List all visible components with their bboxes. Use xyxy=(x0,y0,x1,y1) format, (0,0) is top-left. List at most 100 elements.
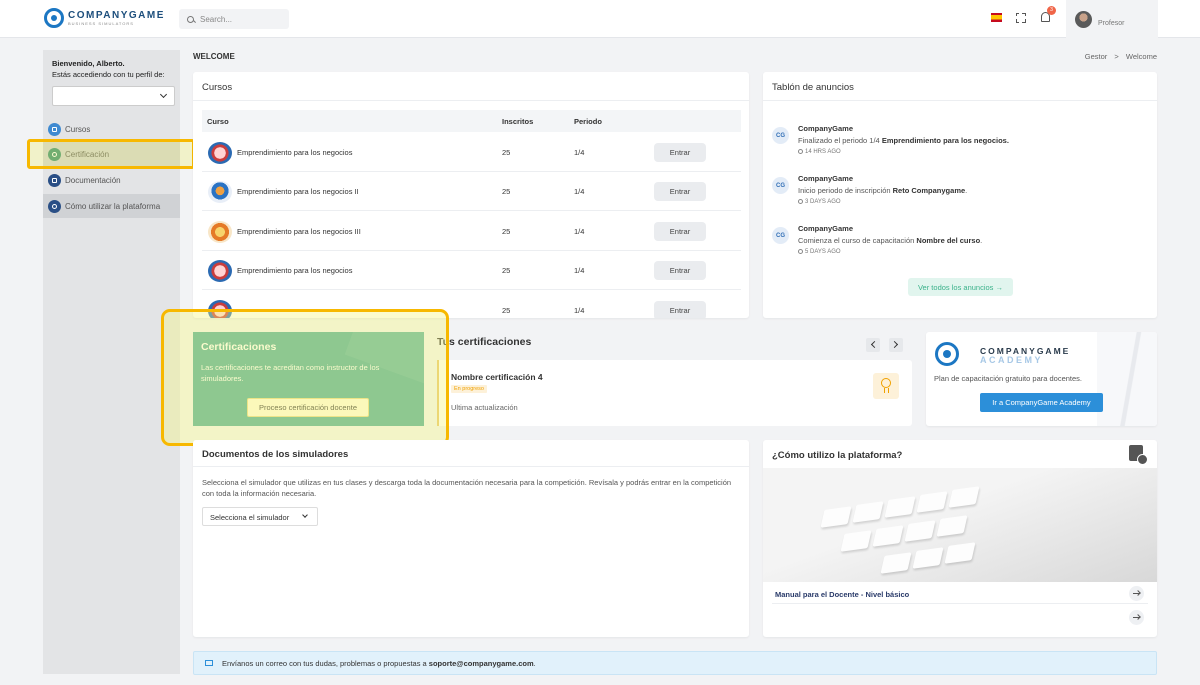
table-row: Emprendimiento para los negocios 25 1/4 … xyxy=(202,251,741,290)
table-row: Emprendimiento para los negocios 25 1/4 … xyxy=(202,133,741,172)
manual-link[interactable] xyxy=(772,606,1148,628)
course-name: Emprendimiento para los negocios III xyxy=(237,227,361,236)
course-name: Emprendimiento para los negocios xyxy=(237,148,353,157)
chevron-right-icon xyxy=(890,340,899,349)
profile-select[interactable] xyxy=(52,86,175,106)
ver-todos-anuncios-button[interactable]: Ver todos los anuncios → xyxy=(908,278,1013,296)
academy-description: Plan de capacitación gratuito para docen… xyxy=(934,374,1083,383)
arrow-right-icon[interactable] xyxy=(1129,610,1144,625)
announcement-time: 14 HRS AGO xyxy=(798,149,841,155)
chevron-left-icon xyxy=(870,340,879,349)
announcement-avatar: CG xyxy=(772,227,789,244)
column-curso: Curso xyxy=(207,117,229,126)
tablon-card: Tablón de anuncios CG CompanyGame Finali… xyxy=(763,72,1157,318)
course-periodo: 1/4 xyxy=(574,187,585,196)
entrar-button[interactable]: Entrar xyxy=(654,143,706,162)
entrar-button[interactable]: Entrar xyxy=(654,222,706,241)
entrar-button[interactable]: Entrar xyxy=(654,261,706,280)
logo-name: COMPANYGAME xyxy=(68,10,165,21)
carousel-next-button[interactable] xyxy=(889,338,903,352)
manual-docente-label: Manual para el Docente - Nivel básico xyxy=(775,590,910,599)
simulador-select[interactable]: Selecciona el simulador xyxy=(202,507,318,526)
announcement-avatar: CG xyxy=(772,177,789,194)
course-thumbnail xyxy=(208,142,232,164)
notification-badge: 3 xyxy=(1047,6,1056,15)
avatar xyxy=(1075,10,1092,28)
spain-flag-icon[interactable] xyxy=(991,13,1002,22)
documentos-card: Documentos de los simuladores Selecciona… xyxy=(193,440,749,637)
course-inscritos: 25 xyxy=(502,227,511,236)
search-input[interactable] xyxy=(200,14,280,24)
logo[interactable]: COMPANYGAME BUSINESS SIMULATORS xyxy=(44,8,165,28)
support-email[interactable]: soporte@companygame.com xyxy=(429,659,534,668)
como-utilizo-title: ¿Cómo utilizo la plataforma? xyxy=(772,450,903,461)
entrar-button[interactable]: Entrar xyxy=(654,301,706,318)
como-utilizo-card: ¿Cómo utilizo la plataforma? Manual para… xyxy=(763,440,1157,637)
certificacion-item[interactable]: Nombre certificación 4 En progreso Ultim… xyxy=(437,360,912,426)
cursos-card: Cursos Curso Inscritos Periodo Emprendim… xyxy=(193,72,749,318)
chevron-down-icon xyxy=(302,512,308,518)
top-bar: COMPANYGAME BUSINESS SIMULATORS 3 Profes… xyxy=(0,0,1200,38)
course-inscritos: 25 xyxy=(502,306,511,315)
medal-badge xyxy=(873,373,899,399)
sidebar-item-como-utilizar[interactable]: Cómo utilizar la plataforma xyxy=(43,194,180,218)
clock-icon xyxy=(798,149,803,154)
sidebar-item-documentacion[interactable]: Documentación xyxy=(43,168,180,192)
documentos-title: Documentos de los simuladores xyxy=(202,449,349,460)
announcement-avatar: CG xyxy=(772,127,789,144)
profile-prompt: Estás accediendo con tu perfil de: xyxy=(52,70,165,79)
mail-icon xyxy=(205,660,213,666)
breadcrumb-welcome: Welcome xyxy=(1125,52,1157,61)
course-periodo: 1/4 xyxy=(574,266,585,275)
course-periodo: 1/4 xyxy=(574,227,585,236)
highlight-frame xyxy=(27,139,195,169)
help-icon xyxy=(48,199,61,213)
entrar-button[interactable]: Entrar xyxy=(654,182,706,201)
course-inscritos: 25 xyxy=(502,266,511,275)
announcement-text: Comienza el curso de capacitación Nombre… xyxy=(798,236,983,245)
arrow-right-icon[interactable] xyxy=(1129,586,1144,601)
breadcrumb-gestor[interactable]: Gestor xyxy=(1085,52,1108,61)
ultima-actualizacion: Ultima actualización xyxy=(451,403,518,412)
sidebar-item-cursos[interactable]: Cursos xyxy=(43,117,180,141)
chevron-down-icon xyxy=(159,90,168,99)
course-thumbnail xyxy=(208,181,232,203)
course-name: Emprendimiento para los negocios II xyxy=(237,187,359,196)
announcement-time: 3 DAYS AGO xyxy=(798,199,841,205)
course-name: Emprendimiento para los negocios xyxy=(237,266,353,275)
logo-subtitle: BUSINESS SIMULATORS xyxy=(68,21,134,26)
academy-button[interactable]: Ir a CompanyGame Academy xyxy=(980,393,1103,412)
fullscreen-icon[interactable] xyxy=(1015,12,1026,23)
table-header: Curso Inscritos Periodo xyxy=(202,110,741,132)
announcement-item[interactable]: CG CompanyGame Finalizado el periodo 1/4… xyxy=(772,124,1142,164)
sidebar-item-label: Documentación xyxy=(65,175,121,185)
documentos-description: Selecciona el simulador que utilizas en … xyxy=(202,478,732,498)
announcement-author: CompanyGame xyxy=(798,174,854,183)
search-box[interactable] xyxy=(179,9,289,29)
course-periodo: 1/4 xyxy=(574,306,585,315)
tablon-title: Tablón de anuncios xyxy=(772,82,854,93)
carousel-prev-button[interactable] xyxy=(866,338,880,352)
greeting: Bienvenido, Alberto. xyxy=(52,59,125,68)
announcement-item[interactable]: CG CompanyGame Comienza el curso de capa… xyxy=(772,224,1142,264)
announcement-author: CompanyGame xyxy=(798,224,854,233)
sidebar-item-label: Cursos xyxy=(65,124,91,134)
course-thumbnail xyxy=(208,221,232,243)
sidebar-welcome: Bienvenido, Alberto. Estás accediendo co… xyxy=(52,58,165,80)
medal-icon xyxy=(881,378,891,393)
breadcrumb-separator: > xyxy=(1114,52,1119,61)
keyboard-image xyxy=(763,468,1157,582)
support-banner: Envíanos un correo con tus dudas, proble… xyxy=(193,651,1157,675)
simulador-select-label: Selecciona el simulador xyxy=(210,513,290,522)
user-role: Profesor xyxy=(1098,19,1125,27)
sidebar-item-label: Cómo utilizar la plataforma xyxy=(65,201,161,211)
course-periodo: 1/4 xyxy=(574,148,585,157)
puzzle-settings-icon xyxy=(1129,445,1148,465)
manual-docente-link[interactable]: Manual para el Docente - Nivel básico xyxy=(772,582,1148,604)
user-menu[interactable]: Profesor xyxy=(1066,0,1158,38)
announcement-text: Inicio periodo de inscripción Reto Compa… xyxy=(798,186,968,195)
table-row: Emprendimiento para los negocios III 25 … xyxy=(202,212,741,251)
announcement-time: 5 DAYS AGO xyxy=(798,249,841,255)
companygame-logo-icon xyxy=(44,8,64,28)
announcement-item[interactable]: CG CompanyGame Inicio periodo de inscrip… xyxy=(772,174,1142,214)
